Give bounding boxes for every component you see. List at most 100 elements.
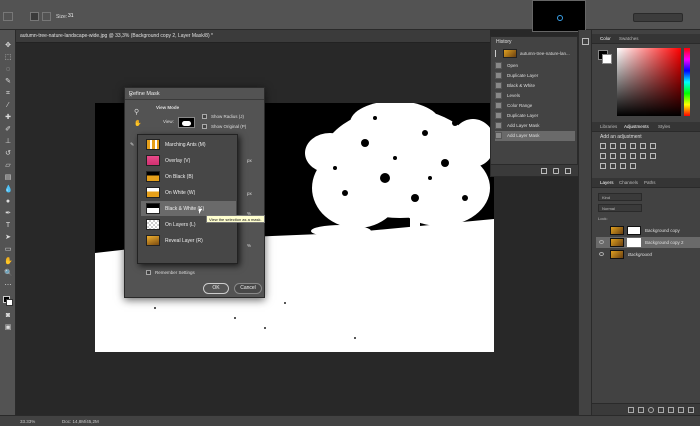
- hand-tool-icon[interactable]: ✋: [4, 258, 13, 266]
- hand-icon[interactable]: ✋: [134, 120, 141, 127]
- color-lookup-icon[interactable]: [650, 153, 656, 159]
- close-icon[interactable]: ×: [129, 91, 260, 101]
- trash-icon[interactable]: [688, 407, 694, 413]
- history-brush-source-icon[interactable]: [495, 50, 499, 57]
- history-item[interactable]: Add Layer Mask: [495, 121, 575, 131]
- view-option-on-white[interactable]: On White (W): [141, 185, 236, 200]
- threshold-icon[interactable]: [620, 163, 626, 169]
- tab-swatches[interactable]: Swatches: [619, 36, 639, 41]
- tab-adjustments[interactable]: Adjustments: [624, 124, 649, 129]
- color-balance-icon[interactable]: [610, 153, 616, 159]
- black-white-icon[interactable]: [620, 153, 626, 159]
- visibility-eye-icon[interactable]: [599, 240, 604, 244]
- brush-preset-icon[interactable]: [3, 12, 13, 21]
- tab-paths[interactable]: Paths: [644, 180, 656, 185]
- cancel-button[interactable]: Cancel: [234, 283, 262, 294]
- history-item[interactable]: Duplicate Layer: [495, 71, 575, 81]
- dodge-tool-icon[interactable]: ●: [4, 198, 12, 206]
- show-original-checkbox[interactable]: [202, 124, 207, 129]
- view-option-on-black[interactable]: On Black (B): [141, 169, 236, 184]
- history-item[interactable]: Levels: [495, 91, 575, 101]
- eyedropper-tool-icon[interactable]: ⁄: [4, 102, 12, 110]
- blur-tool-icon[interactable]: 💧: [4, 186, 13, 194]
- zoom-level[interactable]: 33.33%: [20, 419, 35, 424]
- quick-mask-icon[interactable]: ◙: [4, 312, 12, 320]
- color-picker-field[interactable]: [617, 48, 681, 116]
- view-option-overlay[interactable]: Overlay (V): [141, 153, 236, 168]
- fx-icon[interactable]: [638, 407, 644, 413]
- layer-filter-select[interactable]: Kind: [598, 193, 642, 201]
- type-tool-icon[interactable]: T: [4, 222, 12, 230]
- history-item[interactable]: Duplicate Layer: [495, 111, 575, 121]
- shape-tool-icon[interactable]: ▭: [4, 246, 12, 254]
- posterize-icon[interactable]: [610, 163, 616, 169]
- doc-info[interactable]: Doc: 14,8M/45,2M: [62, 419, 99, 424]
- zoom-icon[interactable]: ⚲: [134, 108, 139, 116]
- history-tab[interactable]: History: [496, 39, 512, 45]
- exposure-icon[interactable]: [630, 143, 636, 149]
- history-item[interactable]: Color Range: [495, 101, 575, 111]
- new-document-from-state-icon[interactable]: [541, 168, 547, 174]
- layer-mask-thumb[interactable]: [627, 226, 641, 235]
- layer-row[interactable]: Background: [596, 249, 700, 260]
- brush-icon[interactable]: ✎: [130, 142, 134, 148]
- tab-libraries[interactable]: Libraries: [600, 124, 617, 129]
- visibility-eye-icon[interactable]: [599, 252, 604, 256]
- more-tools-icon[interactable]: ⋯: [4, 282, 12, 290]
- tab-styles[interactable]: Styles: [658, 124, 670, 129]
- size-value[interactable]: 31: [68, 13, 74, 19]
- quick-select-tool-icon[interactable]: ✎: [4, 78, 12, 86]
- marquee-tool-icon[interactable]: ⬚: [4, 54, 12, 62]
- lasso-tool-icon[interactable]: ◌: [4, 66, 12, 74]
- layer-mask-thumb[interactable]: [627, 238, 641, 247]
- levels-icon[interactable]: [610, 143, 616, 149]
- history-item[interactable]: Black & White: [495, 81, 575, 91]
- refine-radius-tool-icon[interactable]: [30, 12, 39, 21]
- move-tool-icon[interactable]: ✥: [4, 42, 12, 50]
- remember-settings-checkbox[interactable]: [146, 270, 151, 275]
- stamp-tool-icon[interactable]: ⊥: [4, 138, 12, 146]
- add-mask-icon[interactable]: [648, 407, 654, 413]
- history-snapshot[interactable]: autumn-tree-nature-lan...: [493, 49, 577, 59]
- vibrance-icon[interactable]: [640, 143, 646, 149]
- background-swatch[interactable]: [602, 54, 612, 64]
- healing-tool-icon[interactable]: ✚: [4, 114, 12, 122]
- path-select-tool-icon[interactable]: ➤: [4, 234, 12, 242]
- show-radius-checkbox[interactable]: [202, 114, 207, 119]
- history-brush-icon[interactable]: ↺: [4, 150, 12, 158]
- brightness-icon[interactable]: [600, 143, 606, 149]
- search-field[interactable]: [633, 13, 683, 22]
- layer-row[interactable]: Background copy: [596, 225, 700, 236]
- trash-icon[interactable]: [565, 168, 571, 174]
- hue-slider[interactable]: [684, 48, 690, 116]
- layer-row-selected[interactable]: Background copy 2: [596, 237, 700, 248]
- camera-snapshot-icon[interactable]: [553, 168, 559, 174]
- view-picker[interactable]: [178, 117, 195, 128]
- gradient-map-icon[interactable]: [650, 143, 656, 149]
- tab-layers[interactable]: Layers: [600, 180, 614, 185]
- pen-tool-icon[interactable]: ✒: [4, 210, 12, 218]
- eraser-tool-icon[interactable]: ▱: [4, 162, 12, 170]
- dialog-titlebar[interactable]: Refine Mask ×: [125, 88, 264, 100]
- view-option-black-white[interactable]: Black & White (K): [141, 201, 236, 216]
- zoom-tool-icon[interactable]: 🔍: [4, 270, 13, 278]
- tab-color[interactable]: Color: [600, 36, 611, 41]
- new-group-icon[interactable]: [668, 407, 674, 413]
- crop-tool-icon[interactable]: ⌗: [4, 90, 12, 98]
- photo-filter-icon[interactable]: [630, 153, 636, 159]
- history-item-active[interactable]: Add Layer Mask: [495, 131, 575, 141]
- invert-icon[interactable]: [600, 163, 606, 169]
- curves-icon[interactable]: [620, 143, 626, 149]
- erase-refinements-tool-icon[interactable]: [42, 12, 51, 21]
- background-color-swatch[interactable]: [6, 299, 13, 306]
- selective-color-icon[interactable]: [630, 163, 636, 169]
- brush-tool-icon[interactable]: ✐: [4, 126, 12, 134]
- tab-channels[interactable]: Channels: [619, 180, 638, 185]
- gradient-tool-icon[interactable]: ▤: [4, 174, 12, 182]
- history-panel-icon[interactable]: [582, 38, 589, 45]
- view-option-marching-ants[interactable]: Marching Ants (M): [141, 137, 236, 152]
- adjustment-layer-icon[interactable]: [658, 407, 664, 413]
- blend-mode-select[interactable]: Normal: [598, 204, 642, 212]
- hue-saturation-icon[interactable]: [600, 153, 606, 159]
- history-item[interactable]: Open: [495, 61, 575, 71]
